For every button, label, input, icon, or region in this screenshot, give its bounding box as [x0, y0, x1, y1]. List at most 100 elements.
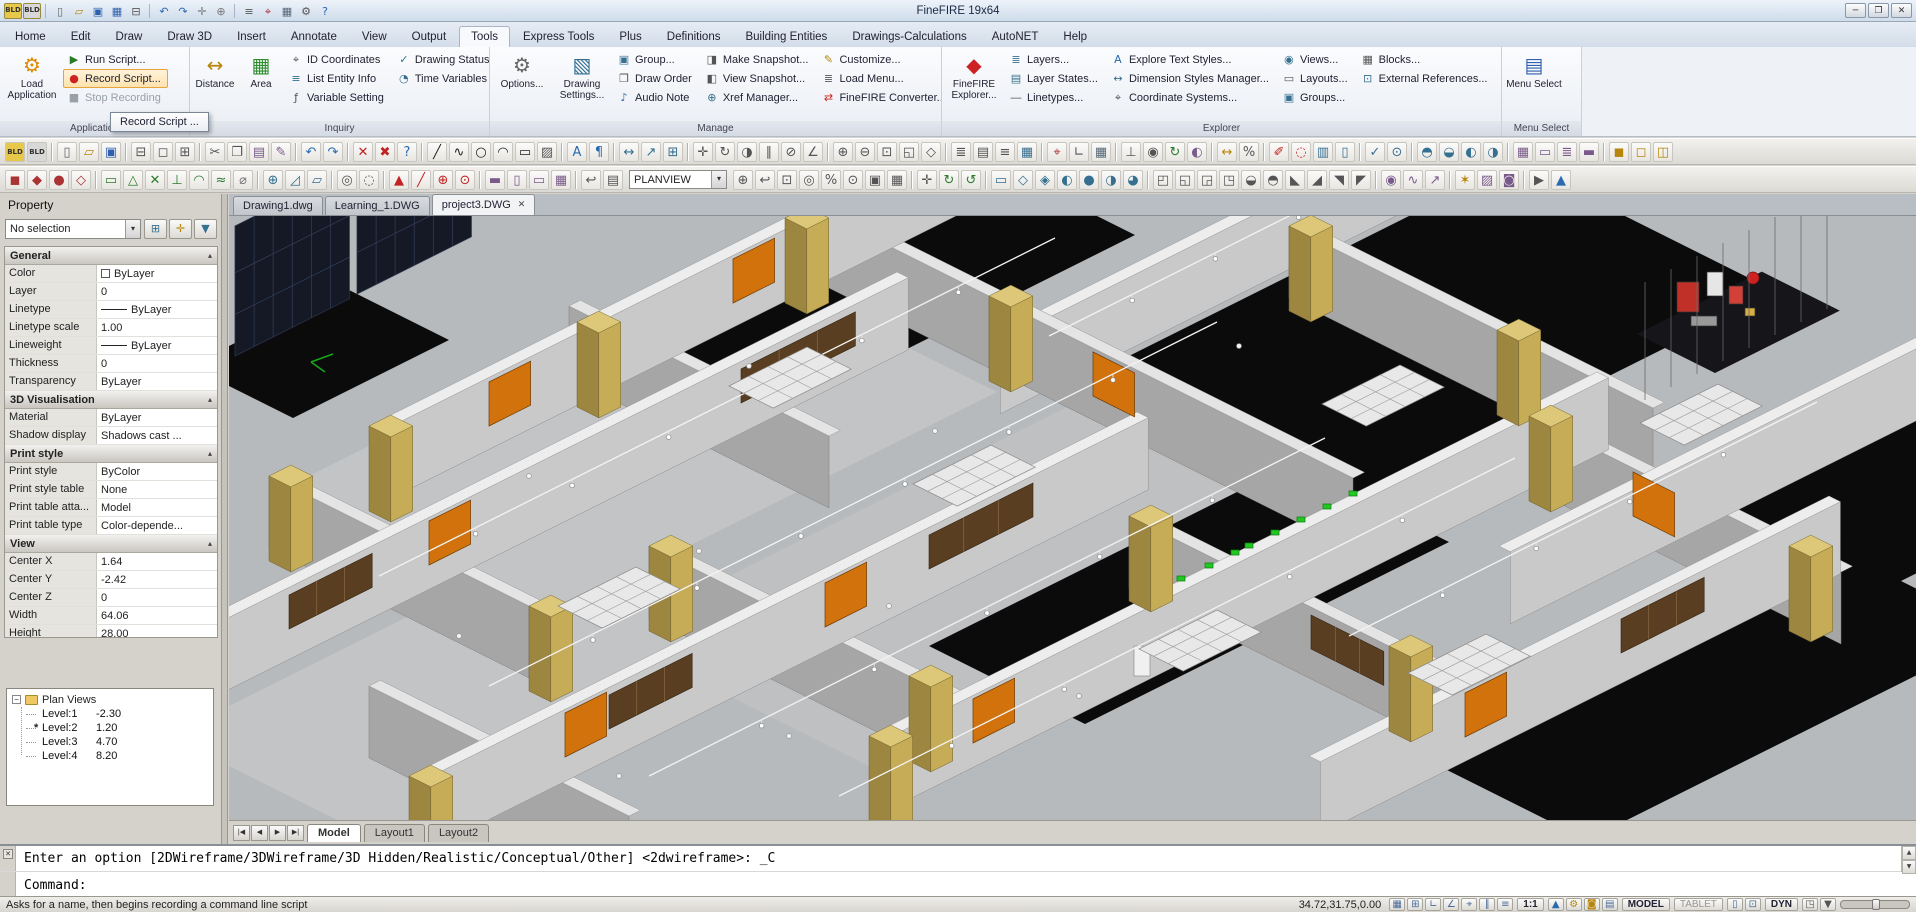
snap-quadrant-icon[interactable]: ◇	[71, 170, 91, 190]
selection-filter-combo[interactable]: No selection ▾	[5, 219, 141, 239]
lineweight-value[interactable]: ByLayer	[97, 337, 217, 354]
zoom-window-icon[interactable]: ⊡	[877, 142, 897, 162]
bld-building-icon[interactable]: BLD	[4, 3, 22, 19]
zoom-out-icon[interactable]: ⊖	[855, 142, 875, 162]
view-back-icon[interactable]: ◓	[1263, 170, 1283, 190]
settings-icon[interactable]: ⚙	[297, 3, 315, 19]
open-icon[interactable]: ▱	[79, 142, 99, 162]
view-front-icon[interactable]: ◒	[1439, 142, 1459, 162]
layer-value[interactable]: 0	[97, 283, 217, 300]
cut-icon[interactable]: ✂	[205, 142, 225, 162]
external-references-button[interactable]: ⊡External References...	[1357, 69, 1495, 88]
osnap-settings-icon[interactable]: ⌖	[1047, 142, 1067, 162]
named-view-icon[interactable]: ▤	[603, 170, 623, 190]
command-prompt[interactable]: Command:	[16, 878, 87, 893]
fire-pipe-icon[interactable]: ╱	[411, 170, 431, 190]
customize-button[interactable]: ✎Customize...	[817, 50, 942, 69]
print-icon[interactable]: ⊟	[127, 3, 145, 19]
bld-view-icon[interactable]: BLD	[27, 142, 47, 162]
fillet-icon[interactable]: ∠	[803, 142, 823, 162]
ribbon-tab-building-entities[interactable]: Building Entities	[733, 26, 839, 47]
arc-icon[interactable]: ◠	[493, 142, 513, 162]
lineweight-toggle[interactable]: ≡	[1497, 898, 1513, 911]
table-icon[interactable]: ⊞	[663, 142, 683, 162]
blocks-button[interactable]: ▦Blocks...	[1357, 50, 1495, 69]
purge-icon[interactable]: ✖	[375, 142, 395, 162]
bld-app-icon[interactable]: BLD	[5, 142, 25, 162]
ribbon-tab-express-tools[interactable]: Express Tools	[511, 26, 606, 47]
shadow-display-value[interactable]: Shadows cast ...	[97, 427, 217, 444]
orbit-3d-icon[interactable]: ↻	[939, 170, 959, 190]
command-close-icon[interactable]: ✕	[3, 849, 13, 859]
sprinkler-icon[interactable]: ⊕	[433, 170, 453, 190]
transparency-value[interactable]: ByLayer	[97, 373, 217, 390]
view-right-icon[interactable]: ◳	[1219, 170, 1239, 190]
osnap-toggle[interactable]: ⌖	[1461, 898, 1477, 911]
snap-nearest-icon[interactable]: ≈	[211, 170, 231, 190]
snap-intersection-icon[interactable]: ✕	[145, 170, 165, 190]
property-section-view[interactable]: View▴	[5, 535, 217, 553]
layer-off-icon[interactable]: ◻	[1631, 142, 1651, 162]
height-value[interactable]: 28.00	[97, 625, 217, 638]
leader-icon[interactable]: ↗	[641, 142, 661, 162]
iso-ne-icon[interactable]: ◥	[1329, 170, 1349, 190]
openings-icon[interactable]: ▭	[1535, 142, 1555, 162]
save-icon[interactable]: ▣	[89, 3, 107, 19]
record-script-button[interactable]: ●Record Script...	[63, 69, 168, 88]
material-value[interactable]: ByLayer	[97, 409, 217, 426]
paste-icon[interactable]: ▤	[249, 142, 269, 162]
snap-midpoint-icon[interactable]: △	[123, 170, 143, 190]
last-layout-button[interactable]: ▶|	[287, 825, 304, 841]
drawing-tab-learning-1-dwg[interactable]: Learning_1.DWG	[325, 196, 430, 215]
zoom-icon[interactable]: ⊕	[212, 3, 230, 19]
options-button[interactable]: ⚙Options...	[493, 48, 551, 121]
command-window-grip[interactable]: ✕	[0, 846, 16, 871]
markup-icon[interactable]: ✐	[1269, 142, 1289, 162]
zoom-previous-icon[interactable]: ↩	[755, 170, 775, 190]
hide-objects-icon[interactable]: ◌	[359, 170, 379, 190]
show-annotations-icon[interactable]: ▲	[1551, 170, 1571, 190]
text-icon[interactable]: A	[567, 142, 587, 162]
snap-perpendicular-icon[interactable]: ⊥	[167, 170, 187, 190]
group-button[interactable]: ▣Group...	[613, 50, 699, 69]
circle-icon[interactable]: ○	[471, 142, 491, 162]
render-icon[interactable]: ◐	[1187, 142, 1207, 162]
width-value[interactable]: 64.06	[97, 607, 217, 624]
snap-none-icon[interactable]: ⌀	[233, 170, 253, 190]
load-menu-button[interactable]: ≣Load Menu...	[817, 69, 942, 88]
center-z-value[interactable]: 0	[97, 589, 217, 606]
zoom-scale-icon[interactable]: %	[821, 170, 841, 190]
view-snapshot-button[interactable]: ◧View Snapshot...	[701, 69, 816, 88]
slab-icon[interactable]: ▭	[529, 170, 549, 190]
view-top-icon[interactable]: ◓	[1417, 142, 1437, 162]
layout-tab-model[interactable]: Model	[307, 824, 361, 842]
viewport[interactable]	[229, 216, 1916, 820]
trim-icon[interactable]: ⊘	[781, 142, 801, 162]
grid-icon[interactable]: ▦	[278, 3, 296, 19]
next-layout-button[interactable]: ▶	[269, 825, 286, 841]
motion-path-icon[interactable]: ▶	[1529, 170, 1549, 190]
iso-sw-icon[interactable]: ◣	[1285, 170, 1305, 190]
stairs-icon[interactable]: ≣	[1557, 142, 1577, 162]
layer-states-button[interactable]: ▤Layer States...	[1005, 69, 1105, 88]
scroll-up-icon[interactable]: ▲	[1902, 846, 1916, 860]
osnap-icon[interactable]: ⌖	[259, 3, 277, 19]
ribbon-tab-edit[interactable]: Edit	[59, 26, 103, 47]
revision-cloud-icon[interactable]: ◌	[1291, 142, 1311, 162]
view-combo[interactable]: PLANVIEW▾	[629, 170, 727, 189]
drawing-tab-drawing1-dwg[interactable]: Drawing1.dwg	[233, 196, 323, 215]
ribbon-tab-home[interactable]: Home	[3, 26, 58, 47]
print-table-type-value[interactable]: Color-depende...	[97, 517, 217, 534]
draw-order-button[interactable]: ❐Draw Order	[613, 69, 699, 88]
zoom-window-icon[interactable]: ⊡	[777, 170, 797, 190]
ribbon-tab-drawings-calculations[interactable]: Drawings-Calculations	[840, 26, 978, 47]
plan-level-4[interactable]: Level:48.20	[12, 749, 213, 763]
wall-icon[interactable]: ▦	[551, 170, 571, 190]
help-icon[interactable]: ?	[397, 142, 417, 162]
print-style-table-value[interactable]: None	[97, 481, 217, 498]
lock-ui-icon[interactable]: ◙	[1584, 898, 1600, 911]
toggle-pickadd-button[interactable]: ⊞	[144, 219, 167, 239]
id-coordinates-button[interactable]: ⌖ID Coordinates	[285, 50, 391, 69]
select-objects-button[interactable]: ✛	[169, 219, 192, 239]
workspace-icon[interactable]: ⚙	[1566, 898, 1582, 911]
